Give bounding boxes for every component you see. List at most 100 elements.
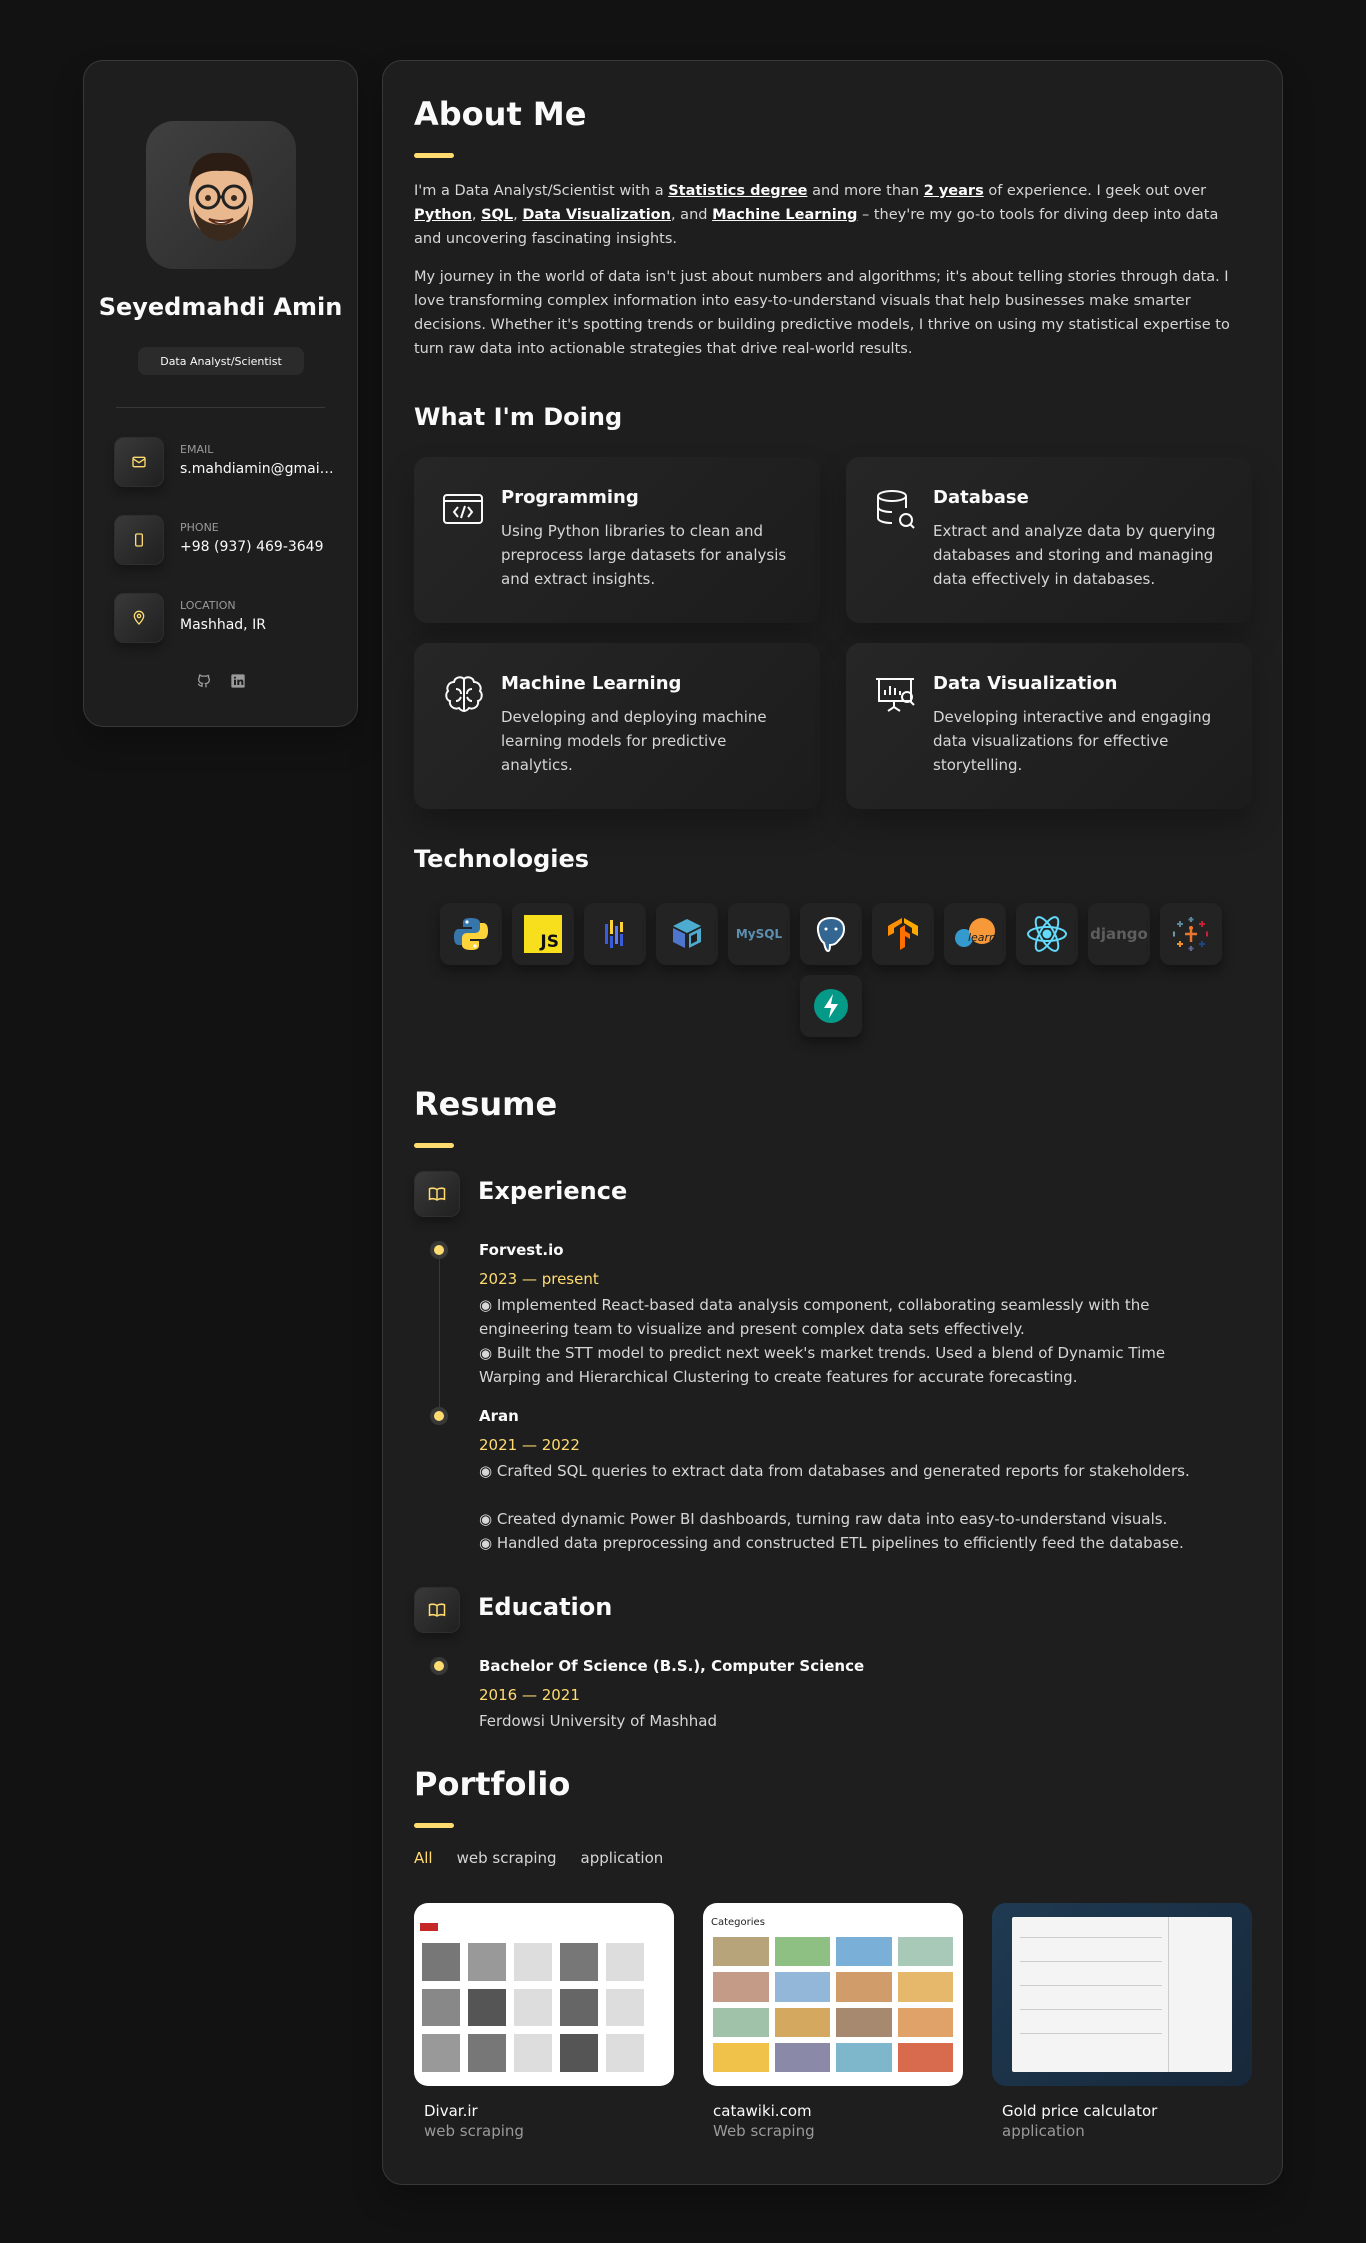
timeline-dot: [434, 1245, 444, 1255]
experience-bullet: ◉ Implemented React-based data analysis …: [479, 1296, 1150, 1338]
education-heading: Education: [478, 1593, 613, 1621]
django-label: django: [1090, 925, 1148, 943]
service-title: Data Visualization: [933, 673, 1118, 694]
mysql-icon: MySQL: [728, 903, 790, 965]
python-icon: [440, 903, 502, 965]
mail-icon: [114, 437, 164, 487]
service-title: Machine Learning: [501, 673, 682, 694]
project-category: web scraping: [424, 2122, 524, 2140]
service-description: Using Python libraries to clean and prep…: [501, 522, 787, 588]
service-data-visualization: Data Visualization Developing interactiv…: [846, 643, 1252, 809]
technologies-heading: Technologies: [414, 845, 590, 873]
about-paragraph-1: I'm a Data Analyst/Scientist with a Stat…: [414, 183, 1219, 247]
timeline-line: [439, 1247, 440, 1415]
sidebar: Seyedmahdi Amin Data Analyst/Scientist E…: [83, 60, 358, 727]
location-icon: [114, 593, 164, 643]
heading-underline: [414, 1143, 454, 1148]
experience-date: 2021 — 2022: [479, 1436, 580, 1454]
book-icon: [414, 1171, 460, 1217]
project-category: Web scraping: [713, 2122, 815, 2140]
linkedin-icon[interactable]: [230, 673, 246, 693]
contact-location: LOCATION Mashhad, IR: [114, 593, 336, 643]
email-link[interactable]: s.mahdiamin@gmail.com: [180, 461, 336, 477]
service-database: Database Extract and analyze data by que…: [846, 457, 1252, 623]
project-thumbnail[interactable]: [414, 1903, 674, 2086]
experience-date: 2023 — present: [479, 1270, 599, 1288]
presentation-chart-icon: [874, 673, 918, 717]
project-card[interactable]: Divar.ir web scraping: [414, 1903, 676, 2140]
project-title: catawiki.com: [713, 2102, 812, 2120]
project-card[interactable]: Gold price calculator application: [992, 1903, 1254, 2140]
service-machine-learning: Machine Learning Developing and deployin…: [414, 643, 820, 809]
separator: [116, 407, 325, 408]
postgresql-icon: [800, 903, 862, 965]
service-description: Developing and deploying machine learnin…: [501, 708, 767, 774]
timeline-dot: [434, 1661, 444, 1671]
education-date: 2016 — 2021: [479, 1686, 580, 1704]
experience-bullet: ◉ Created dynamic Power BI dashboards, t…: [479, 1510, 1168, 1528]
about-paragraph-2: My journey in the world of data isn't ju…: [414, 269, 1230, 357]
project-title: Gold price calculator: [1002, 2102, 1158, 2120]
filter-all[interactable]: All: [414, 1849, 433, 1867]
mysql-label: MySQL: [735, 927, 783, 941]
tableau-icon: [1160, 903, 1222, 965]
service-description: Developing interactive and engaging data…: [933, 708, 1212, 774]
avatar: [146, 121, 296, 269]
heading-underline: [414, 153, 454, 158]
contact-email: EMAIL s.mahdiamin@gmail.com: [114, 437, 336, 487]
project-card[interactable]: Categories catawiki.com Web scraping: [703, 1903, 965, 2140]
brain-icon: [442, 673, 486, 717]
contact-label: EMAIL: [180, 443, 214, 456]
resume-heading: Resume: [414, 1085, 558, 1123]
fastapi-icon: [800, 975, 862, 1037]
react-icon: [1016, 903, 1078, 965]
social-links: [84, 673, 357, 693]
heading-underline: [414, 1823, 454, 1828]
portfolio-heading: Portfolio: [414, 1765, 571, 1803]
profile-name: Seyedmahdi Amin: [98, 293, 343, 321]
timeline-dot: [434, 1411, 444, 1421]
tensorflow-icon: [872, 903, 934, 965]
js-label: JS: [540, 932, 559, 952]
doing-heading: What I'm Doing: [414, 403, 623, 431]
about-heading: About Me: [414, 95, 587, 133]
project-title: Divar.ir: [424, 2102, 478, 2120]
experience-bullet: ◉ Handled data preprocessing and constru…: [479, 1534, 1184, 1552]
code-window-icon: [442, 487, 486, 531]
project-thumbnail[interactable]: [992, 1903, 1252, 2086]
thumbnail-heading: Categories: [711, 1917, 765, 1928]
django-icon: django: [1088, 903, 1150, 965]
portfolio-filters: All web scraping application: [414, 1849, 663, 1867]
sklearn-label: learn: [967, 930, 997, 944]
experience-bullet: ◉ Crafted SQL queries to extract data fr…: [479, 1462, 1190, 1480]
education-degree: Bachelor Of Science (B.S.), Computer Sci…: [479, 1657, 865, 1675]
main-content: About Me I'm a Data Analyst/Scientist wi…: [382, 60, 1283, 2185]
contact-label: LOCATION: [180, 599, 236, 612]
service-title: Programming: [501, 487, 639, 508]
service-programming: Programming Using Python libraries to cl…: [414, 457, 820, 623]
education-school: Ferdowsi University of Mashhad: [479, 1712, 717, 1730]
phone-icon: [114, 515, 164, 565]
service-description: Extract and analyze data by querying dat…: [933, 522, 1216, 588]
experience-company: Forvest.io: [479, 1241, 564, 1259]
polars-icon: [584, 903, 646, 965]
contact-label: PHONE: [180, 521, 219, 534]
phone-link[interactable]: +98 (937) 469-3649: [180, 539, 336, 555]
experience-heading: Experience: [478, 1177, 628, 1205]
javascript-icon: JS: [512, 903, 574, 965]
project-thumbnail[interactable]: Categories: [703, 1903, 963, 2086]
project-category: application: [1002, 2122, 1085, 2140]
experience-company: Aran: [479, 1407, 519, 1425]
contact-phone: PHONE +98 (937) 469-3649: [114, 515, 336, 565]
title-badge: Data Analyst/Scientist: [138, 347, 304, 375]
location-value: Mashhad, IR: [180, 617, 266, 633]
database-icon: [874, 487, 918, 531]
experience-bullet: ◉ Built the STT model to predict next we…: [479, 1344, 1166, 1386]
numpy-icon: [656, 903, 718, 965]
filter-application[interactable]: application: [581, 1849, 664, 1867]
filter-web-scraping[interactable]: web scraping: [457, 1849, 557, 1867]
book-icon: [414, 1587, 460, 1633]
service-title: Database: [933, 487, 1029, 508]
scikit-learn-icon: learn: [944, 903, 1006, 965]
github-icon[interactable]: [196, 673, 212, 693]
